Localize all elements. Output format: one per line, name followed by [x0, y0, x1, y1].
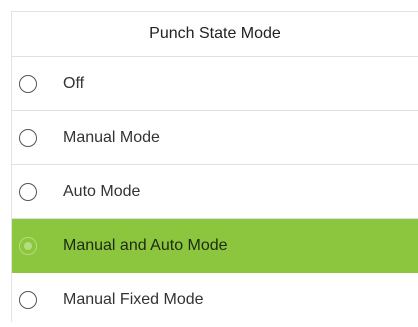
- radio-icon[interactable]: [19, 291, 37, 309]
- option-off[interactable]: Off: [12, 57, 418, 111]
- option-manual-and-auto-mode[interactable]: Manual and Auto Mode: [12, 219, 418, 273]
- option-label: Off: [63, 74, 85, 92]
- option-auto-mode[interactable]: Auto Mode: [12, 165, 418, 219]
- radio-icon[interactable]: [19, 74, 37, 93]
- option-label: Manual Fixed Mode: [63, 291, 204, 308]
- option-label: Manual and Auto Mode: [63, 236, 228, 254]
- radio-icon[interactable]: [19, 128, 37, 147]
- option-manual-mode[interactable]: Manual Mode: [12, 111, 418, 165]
- option-manual-fixed-mode[interactable]: Manual Fixed Mode: [12, 273, 418, 327]
- page-title: Punch State Mode: [12, 12, 418, 57]
- option-label: Auto Mode: [63, 182, 141, 200]
- punch-state-mode-panel: Punch State Mode Off Manual Mode Auto Mo…: [11, 11, 418, 322]
- option-label: Manual Mode: [63, 128, 160, 146]
- radio-selected-icon[interactable]: [19, 236, 37, 255]
- radio-icon[interactable]: [19, 182, 37, 201]
